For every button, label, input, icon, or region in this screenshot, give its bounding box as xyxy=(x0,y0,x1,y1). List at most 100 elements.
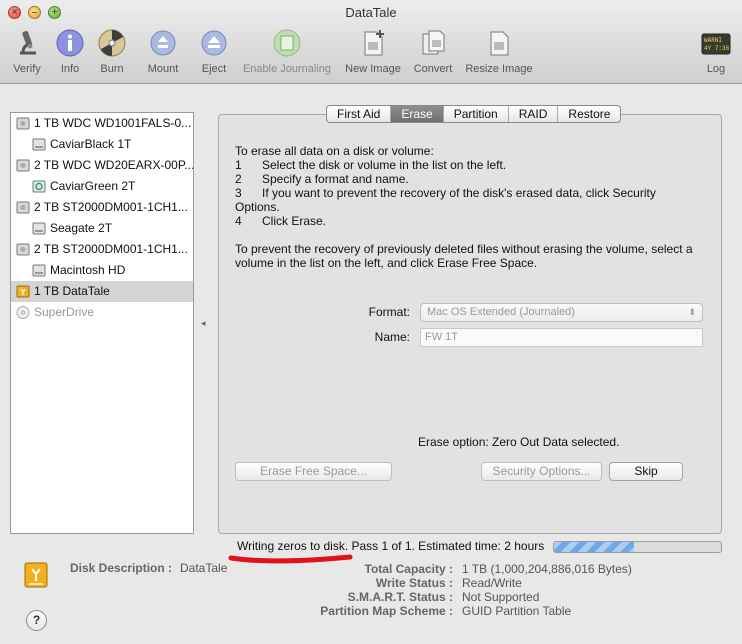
toolbar-enable-journaling-button[interactable]: Enable Journaling xyxy=(238,28,336,75)
erase-option-status: Erase option: Zero Out Data selected. xyxy=(418,435,620,449)
sidebar-item-label: CaviarGreen 2T xyxy=(50,179,136,193)
toolbar-resize-image-button[interactable]: Resize Image xyxy=(463,28,535,75)
step-number: 1 xyxy=(235,158,242,172)
new-image-icon xyxy=(364,30,384,56)
format-label: Format: xyxy=(368,305,410,319)
erase-free-space-help: volume in the list on the left, and clic… xyxy=(235,256,538,270)
tab-first-aid[interactable]: First Aid xyxy=(327,106,392,122)
optical-drive-icon xyxy=(16,306,30,319)
toolbar-mount-button[interactable]: Mount xyxy=(145,28,181,75)
sidebar-item-label: 2 TB WDC WD20EARX-00P... xyxy=(34,158,193,172)
sidebar-item-volume[interactable]: Seagate 2T xyxy=(11,218,193,239)
format-popup[interactable]: Mac OS Extended (Journaled) ⬍ xyxy=(420,303,703,322)
log-icon: WARNI 4Y 7:36 xyxy=(701,33,731,55)
erase-free-space-button[interactable]: Erase Free Space... xyxy=(235,462,392,481)
resize-image-icon xyxy=(490,31,509,56)
sidebar-item-label: Macintosh HD xyxy=(50,263,126,277)
tab-raid[interactable]: RAID xyxy=(509,106,559,122)
sidebar-item-volume[interactable]: CaviarGreen 2T xyxy=(11,176,193,197)
step-number: 2 xyxy=(235,172,242,186)
time-machine-volume-icon xyxy=(32,180,46,193)
progress-bar xyxy=(553,541,722,553)
toolbar-verify-button[interactable]: Verify xyxy=(10,28,44,75)
step-text: Click Erase. xyxy=(262,214,327,228)
toolbar-label: Convert xyxy=(413,63,453,75)
drive-icon xyxy=(16,201,30,214)
toolbar-label: Eject xyxy=(201,63,227,75)
step-text: Select the disk or volume in the list on… xyxy=(262,158,507,172)
progress-status-text: Writing zeros to disk. Pass 1 of 1. Esti… xyxy=(237,539,545,553)
info-icon xyxy=(56,29,84,57)
journal-icon xyxy=(273,29,301,57)
sidebar-item-optical[interactable]: SuperDrive xyxy=(11,302,193,323)
sidebar-item-label: 2 TB ST2000DM001-1CH1... xyxy=(34,242,188,256)
disk-description-value: DataTale xyxy=(180,561,228,575)
sidebar-item-volume[interactable]: Macintosh HD xyxy=(11,260,193,281)
window-title: DataTale xyxy=(345,5,397,20)
skip-button[interactable]: Skip xyxy=(609,462,683,481)
smart-status-value: Not Supported xyxy=(462,590,540,604)
step-number: 4 xyxy=(235,214,242,228)
split-view-handle[interactable]: ◂ xyxy=(201,318,206,329)
toolbar-label: Info xyxy=(60,63,80,75)
toolbar-convert-button[interactable]: Convert xyxy=(410,28,456,75)
volume-icon xyxy=(32,222,46,235)
tab-erase[interactable]: Erase xyxy=(391,106,444,122)
tab-partition[interactable]: Partition xyxy=(444,106,509,122)
toolbar-new-image-button[interactable]: New Image xyxy=(342,28,404,75)
erase-instructions-intro: To erase all data on a disk or volume: xyxy=(235,144,434,158)
external-drive-icon xyxy=(16,285,30,298)
sidebar-item-disk[interactable]: 2 TB WDC WD20EARX-00P... xyxy=(11,155,193,176)
help-button[interactable]: ? xyxy=(26,610,47,631)
security-options-button[interactable]: Security Options... xyxy=(481,462,602,481)
drive-icon xyxy=(16,159,30,172)
progress-fill xyxy=(554,542,635,552)
sidebar-item-disk[interactable]: 2 TB ST2000DM001-1CH1... xyxy=(11,197,193,218)
toolbar-log-button[interactable]: WARNI 4Y 7:36 Log xyxy=(700,28,732,75)
disk-description-label: Disk Description : xyxy=(70,561,173,575)
volume-icon xyxy=(32,264,46,277)
toolbar-label: Enable Journaling xyxy=(242,63,332,75)
toolbar-info-button[interactable]: Info xyxy=(55,28,85,75)
toolbar-label: Resize Image xyxy=(465,63,533,75)
write-status-value: Read/Write xyxy=(462,576,522,590)
sidebar-item-label: 2 TB ST2000DM001-1CH1... xyxy=(34,200,188,214)
sidebar-item-volume[interactable]: CaviarBlack 1T xyxy=(11,134,193,155)
partition-map-label: Partition Map Scheme : xyxy=(320,604,453,618)
sidebar-item-disk[interactable]: 1 TB WDC WD1001FALS-0... xyxy=(11,113,193,134)
svg-text:WARNI: WARNI xyxy=(704,37,722,44)
tab-restore[interactable]: Restore xyxy=(558,106,620,122)
sidebar-item-disk[interactable]: 2 TB ST2000DM001-1CH1... xyxy=(11,239,193,260)
erase-free-space-help: To prevent the recovery of previously de… xyxy=(235,242,693,256)
external-drive-icon xyxy=(24,562,48,588)
sidebar-item-label: SuperDrive xyxy=(34,305,95,319)
volume-icon xyxy=(32,138,46,151)
format-value: Mac OS Extended (Journaled) xyxy=(427,306,575,318)
svg-text:4Y 7:36: 4Y 7:36 xyxy=(704,45,730,52)
disk-list-sidebar[interactable]: 1 TB WDC WD1001FALS-0... CaviarBlack 1T … xyxy=(10,112,194,534)
sidebar-item-label: 1 TB WDC WD1001FALS-0... xyxy=(34,116,192,130)
step-text: Specify a format and name. xyxy=(262,172,409,186)
write-status-label: Write Status : xyxy=(375,576,453,590)
window-titlebar: × – + DataTale Verify Info Burn Mount Ej… xyxy=(0,0,742,84)
toolbar-label: New Image xyxy=(345,63,401,75)
name-field[interactable]: FW 1T xyxy=(420,328,703,347)
convert-icon xyxy=(422,30,445,55)
toolbar-label: Burn xyxy=(100,63,124,75)
partition-map-value: GUID Partition Table xyxy=(462,604,572,618)
burn-disc-icon xyxy=(98,29,126,57)
toolbar-label: Mount xyxy=(147,63,179,75)
sidebar-item-label: CaviarBlack 1T xyxy=(50,137,132,151)
toolbar-label: Verify xyxy=(13,63,41,75)
toolbar-label: Log xyxy=(706,63,726,75)
sidebar-item-label: 1 TB DataTale xyxy=(34,284,110,298)
sidebar-item-disk-selected[interactable]: 1 TB DataTale xyxy=(11,281,193,302)
mount-icon xyxy=(150,30,176,56)
step-number: 3 xyxy=(235,186,242,200)
total-capacity-value: 1 TB (1,000,204,886,016 Bytes) xyxy=(462,562,632,576)
tab-bar: First Aid Erase Partition RAID Restore xyxy=(326,105,622,123)
toolbar-burn-button[interactable]: Burn xyxy=(97,28,127,75)
total-capacity-label: Total Capacity : xyxy=(364,562,453,576)
microscope-icon xyxy=(20,30,36,55)
toolbar-eject-button[interactable]: Eject xyxy=(199,28,229,75)
